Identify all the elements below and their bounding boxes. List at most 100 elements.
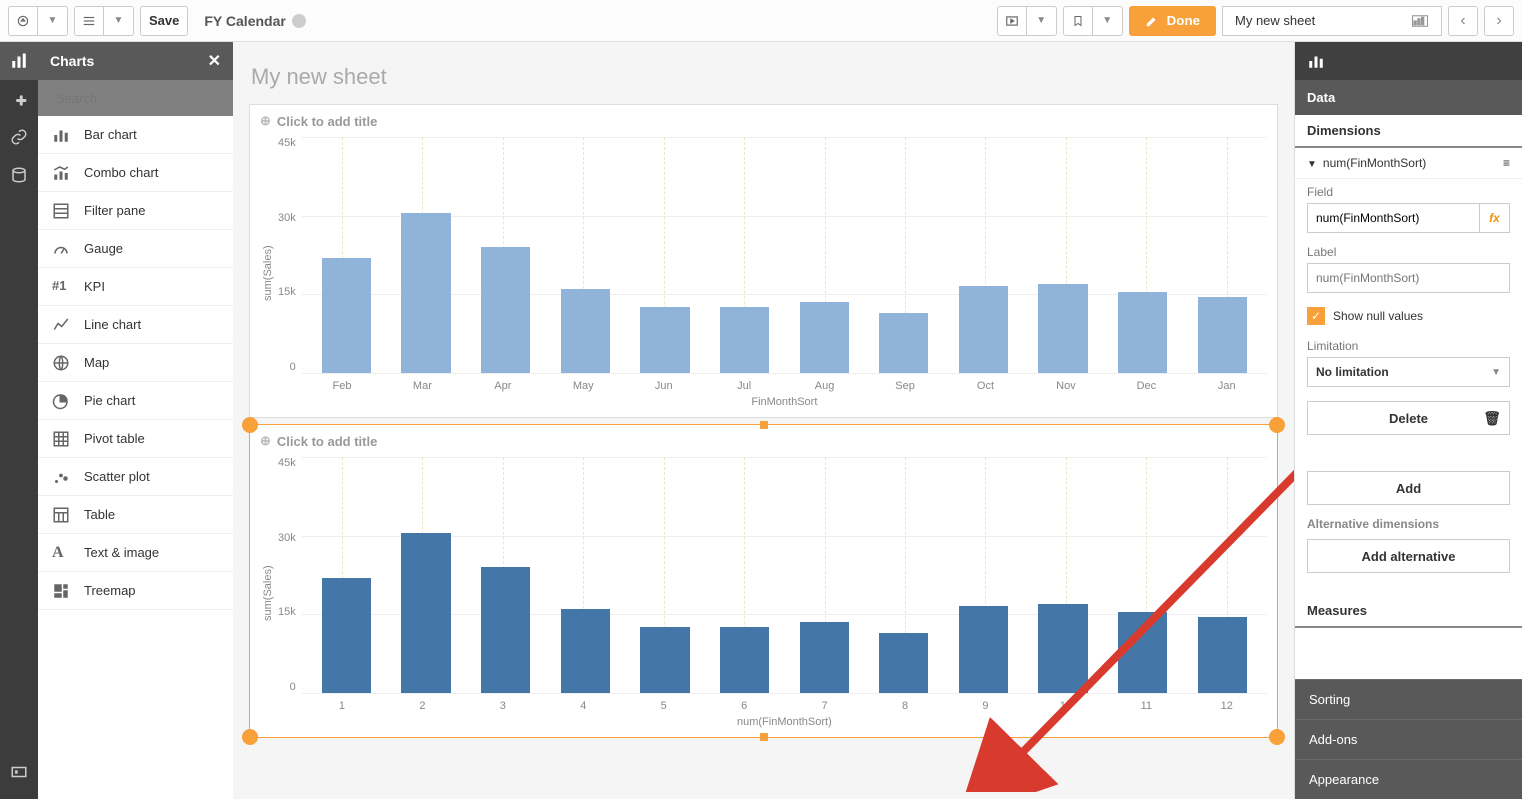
canvas: My new sheet ⊕ Click to add title sum(Sa… bbox=[233, 42, 1294, 799]
checkbox-checked-icon: ✓ bbox=[1307, 307, 1325, 325]
close-icon[interactable]: ✕ bbox=[208, 51, 221, 71]
sorting-accordion[interactable]: Sorting bbox=[1295, 679, 1522, 719]
bar[interactable] bbox=[800, 622, 849, 693]
chart-type-text-image[interactable]: AText & image bbox=[38, 534, 233, 572]
app-status-icon bbox=[292, 14, 306, 28]
label-input[interactable] bbox=[1307, 263, 1510, 293]
bar[interactable] bbox=[481, 247, 530, 373]
chart-2-ylabel: sum(Sales) bbox=[260, 457, 276, 729]
label-label: Label bbox=[1307, 245, 1510, 259]
limitation-select[interactable]: No limitation ▼ bbox=[1307, 357, 1510, 387]
bar[interactable] bbox=[1118, 292, 1167, 373]
field-label: Field bbox=[1307, 185, 1510, 199]
bar[interactable] bbox=[879, 633, 928, 693]
rail-extensions-button[interactable] bbox=[0, 80, 38, 118]
chart-type-pie-chart[interactable]: Pie chart bbox=[38, 382, 233, 420]
bar[interactable] bbox=[401, 533, 450, 693]
charts-panel: Charts ✕ Bar chartCombo chartFilter pane… bbox=[38, 42, 233, 799]
chart-1-xlabel: FinMonthSort bbox=[302, 392, 1267, 410]
search-box[interactable] bbox=[38, 80, 233, 116]
bar[interactable] bbox=[800, 302, 849, 373]
save-button[interactable]: Save bbox=[140, 6, 188, 36]
hamburger-icon[interactable]: ≡ bbox=[1503, 156, 1510, 170]
properties-panel: Data Dimensions ▼num(FinMonthSort) ≡ Fie… bbox=[1294, 42, 1522, 799]
bar[interactable] bbox=[561, 289, 610, 373]
chart-1[interactable]: ⊕ Click to add title sum(Sales) 45k30k15… bbox=[249, 104, 1278, 418]
chart-type-filter-pane[interactable]: Filter pane bbox=[38, 192, 233, 230]
menu-button[interactable] bbox=[74, 6, 104, 36]
chart-type-kpi[interactable]: #1KPI bbox=[38, 268, 233, 306]
chart-type-bar-chart[interactable]: Bar chart bbox=[38, 116, 233, 154]
bar[interactable] bbox=[401, 213, 450, 373]
chart-type-scatter-plot[interactable]: Scatter plot bbox=[38, 458, 233, 496]
show-null-checkbox[interactable]: ✓ Show null values bbox=[1295, 299, 1522, 333]
next-sheet-button[interactable]: › bbox=[1484, 6, 1514, 36]
navigation-menu-button[interactable] bbox=[8, 6, 38, 36]
appearance-accordion[interactable]: Appearance bbox=[1295, 759, 1522, 799]
search-input[interactable] bbox=[56, 91, 234, 106]
chart-2-xlabel: num(FinMonthSort) bbox=[302, 712, 1267, 730]
limitation-label: Limitation bbox=[1307, 339, 1510, 353]
left-rail bbox=[0, 42, 38, 799]
dimensions-header: Dimensions bbox=[1295, 115, 1522, 148]
bar[interactable] bbox=[640, 307, 689, 373]
done-button[interactable]: Done bbox=[1129, 6, 1216, 36]
bar[interactable] bbox=[720, 307, 769, 373]
menu-dropdown[interactable]: ▼ bbox=[104, 6, 134, 36]
chart-1-title[interactable]: ⊕ Click to add title bbox=[250, 105, 1277, 137]
rail-link-button[interactable] bbox=[0, 118, 38, 156]
navigation-menu-dropdown[interactable]: ▼ bbox=[38, 6, 68, 36]
bar[interactable] bbox=[1038, 284, 1087, 373]
sheet-title[interactable]: My new sheet bbox=[251, 64, 1278, 90]
sheet-icon bbox=[1411, 14, 1429, 28]
chart-type-gauge[interactable]: Gauge bbox=[38, 230, 233, 268]
add-alternative-button[interactable]: Add alternative bbox=[1307, 539, 1510, 573]
bar[interactable] bbox=[959, 606, 1008, 693]
bar-chart-icon bbox=[1307, 52, 1325, 70]
play-button[interactable] bbox=[997, 6, 1027, 36]
data-tab[interactable]: Data bbox=[1295, 80, 1522, 115]
bookmark-button[interactable] bbox=[1063, 6, 1093, 36]
bar[interactable] bbox=[1038, 604, 1087, 693]
bar[interactable] bbox=[1198, 297, 1247, 373]
bar[interactable] bbox=[879, 313, 928, 373]
rail-charts-button[interactable] bbox=[0, 42, 38, 80]
sheet-name-display[interactable]: My new sheet bbox=[1222, 6, 1442, 36]
chart-type-map[interactable]: Map bbox=[38, 344, 233, 382]
trash-icon: 🗑 bbox=[1483, 410, 1501, 427]
rail-data-button[interactable] bbox=[0, 156, 38, 194]
topbar: ▼ ▼ Save FY Calendar ▼ ▼ Done My new she… bbox=[0, 0, 1522, 42]
bar[interactable] bbox=[322, 578, 371, 693]
bar[interactable] bbox=[1118, 612, 1167, 693]
chevron-down-icon: ▼ bbox=[1491, 367, 1501, 378]
add-icon: ⊕ bbox=[260, 433, 271, 449]
chart-2[interactable]: ⊕ Click to add title sum(Sales) 45k30k15… bbox=[249, 424, 1278, 738]
chevron-down-icon: ▼ bbox=[1307, 159, 1317, 170]
bar[interactable] bbox=[481, 567, 530, 693]
add-icon: ⊕ bbox=[260, 113, 271, 129]
chart-type-table[interactable]: Table bbox=[38, 496, 233, 534]
alternative-dimensions-label: Alternative dimensions bbox=[1295, 513, 1522, 531]
chart-type-line-chart[interactable]: Line chart bbox=[38, 306, 233, 344]
rail-variables-button[interactable] bbox=[0, 753, 38, 791]
field-input[interactable] bbox=[1307, 203, 1480, 233]
bookmark-dropdown[interactable]: ▼ bbox=[1093, 6, 1123, 36]
prev-sheet-button[interactable]: ‹ bbox=[1448, 6, 1478, 36]
dimension-item[interactable]: ▼num(FinMonthSort) ≡ bbox=[1295, 148, 1522, 179]
chart-2-title[interactable]: ⊕ Click to add title bbox=[250, 425, 1277, 457]
play-dropdown[interactable]: ▼ bbox=[1027, 6, 1057, 36]
delete-button[interactable]: Delete 🗑 bbox=[1307, 401, 1510, 435]
bar[interactable] bbox=[561, 609, 610, 693]
addons-accordion[interactable]: Add-ons bbox=[1295, 719, 1522, 759]
fx-button[interactable]: fx bbox=[1480, 203, 1510, 233]
chart-type-treemap[interactable]: Treemap bbox=[38, 572, 233, 610]
chart-type-pivot-table[interactable]: Pivot table bbox=[38, 420, 233, 458]
bar[interactable] bbox=[959, 286, 1008, 373]
add-dimension-button[interactable]: Add bbox=[1307, 471, 1510, 505]
chart-type-combo-chart[interactable]: Combo chart bbox=[38, 154, 233, 192]
bar[interactable] bbox=[322, 258, 371, 373]
pencil-icon bbox=[1145, 14, 1159, 28]
bar[interactable] bbox=[1198, 617, 1247, 693]
bar[interactable] bbox=[720, 627, 769, 693]
bar[interactable] bbox=[640, 627, 689, 693]
